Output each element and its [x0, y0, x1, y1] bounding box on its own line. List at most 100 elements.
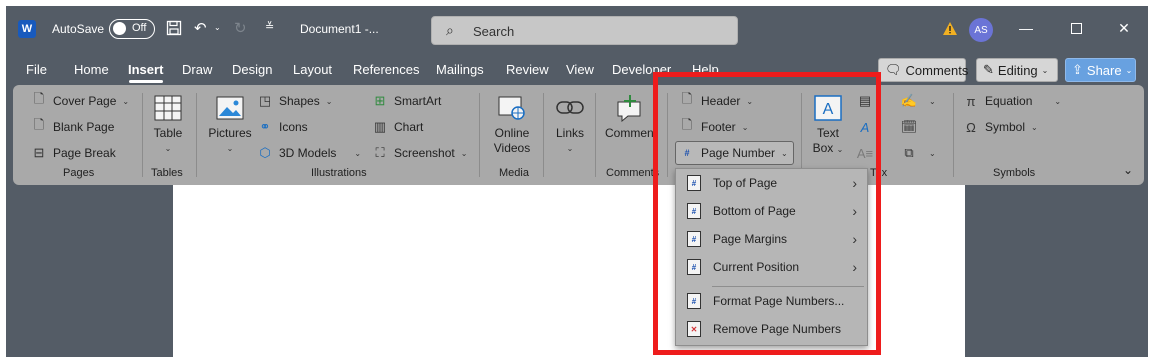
table-label: Table — [153, 126, 183, 140]
shapes-icon: ◳ — [258, 93, 272, 108]
blank-page-icon: 🗋 — [33, 117, 45, 132]
search-box[interactable]: ⌕ Search — [431, 16, 738, 45]
chevron-down-icon: ⌄ — [566, 144, 574, 153]
collapse-ribbon-icon[interactable]: ⌄ — [1123, 163, 1133, 177]
group-label-comments: Comments — [606, 167, 660, 179]
chevron-down-icon: ⌄ — [1031, 122, 1038, 132]
group-separator — [953, 93, 954, 177]
chevron-down-icon: ⌄ — [122, 96, 130, 106]
autosave-toggle[interactable]: Off — [109, 19, 155, 39]
chevron-down-icon: ⌄ — [1041, 65, 1049, 75]
undo-chevron-icon[interactable]: ⌄ — [214, 23, 221, 32]
calendar-icon: 🗓 — [900, 119, 918, 134]
group-separator — [142, 93, 143, 177]
object-button[interactable]: ⧉ ⌄ — [901, 145, 935, 161]
share-label: Share — [1086, 62, 1122, 78]
chevron-down-icon: ⌄ — [354, 148, 362, 158]
3d-models-label: 3D Models — [279, 146, 337, 160]
chevron-down-icon: ⌄ — [929, 96, 936, 106]
chevron-down-icon: ⌄ — [325, 96, 333, 106]
title-bar: W AutoSave Off ↶ ⌄ ↻ ≚ Document1 -... ⌕ … — [6, 6, 1148, 52]
chevron-down-icon: ⌄ — [226, 144, 234, 153]
tab-view[interactable]: View — [566, 62, 594, 77]
object-icon: ⧉ — [904, 145, 914, 160]
date-time-button[interactable]: 🗓 — [900, 119, 918, 135]
search-placeholder: Search — [473, 24, 515, 39]
tab-layout[interactable]: Layout — [293, 62, 332, 77]
equation-label: Equation — [985, 94, 1033, 108]
pencil-icon: ✎ — [983, 62, 994, 77]
editing-button[interactable]: ✎ Editing ⌄ — [976, 58, 1058, 82]
pictures-button[interactable]: Pictures ⌄ — [205, 93, 255, 156]
group-label-illustrations: Illustrations — [311, 167, 367, 179]
new-comment-button[interactable]: Comment — [603, 93, 659, 141]
table-icon — [153, 93, 183, 123]
word-app-icon: W — [18, 20, 36, 38]
screenshot-button[interactable]: ⛶ Screenshot ⌄ — [372, 145, 467, 161]
maximize-icon[interactable] — [1066, 18, 1086, 38]
search-icon: ⌕ — [446, 22, 454, 38]
highlight-box — [653, 72, 881, 355]
tab-references[interactable]: References — [353, 62, 419, 77]
user-avatar[interactable]: AS — [969, 18, 993, 42]
undo-icon[interactable]: ↶ — [194, 19, 207, 37]
chart-icon: ▥ — [373, 119, 387, 134]
icons-button[interactable]: ⚭ Icons — [257, 119, 308, 135]
group-label-symbols: Symbols — [993, 167, 1036, 179]
shapes-label: Shapes — [279, 94, 320, 108]
save-icon[interactable] — [166, 20, 182, 36]
group-label-tables: Tables — [151, 167, 183, 179]
toggle-knob — [113, 22, 126, 35]
share-button[interactable]: ⇪ Share ⌄ — [1065, 58, 1136, 82]
links-button[interactable]: Links ⌄ — [551, 93, 589, 156]
smartart-button[interactable]: ⊞ SmartArt — [372, 93, 442, 109]
page-break-button[interactable]: ⊟ Page Break — [31, 145, 116, 161]
omega-icon: Ω — [966, 119, 976, 135]
group-separator — [196, 93, 197, 177]
chevron-down-icon: ⌄ — [1054, 96, 1062, 106]
3d-models-button[interactable]: ⬡ 3D Models ⌄ — [257, 145, 361, 161]
online-video-icon — [497, 93, 527, 123]
online-videos-button[interactable]: Online Videos — [487, 93, 537, 156]
signature-icon: ✍ — [900, 93, 918, 108]
comments-button[interactable]: 🗨 Comments — [878, 58, 968, 82]
smartart-label: SmartArt — [394, 94, 442, 108]
chevron-down-icon: ⌄ — [1125, 65, 1133, 75]
new-comment-icon — [616, 93, 646, 123]
tab-review[interactable]: Review — [506, 62, 549, 77]
document-name[interactable]: Document1 -... — [300, 22, 379, 36]
tab-draw[interactable]: Draw — [182, 62, 212, 77]
tab-file[interactable]: File — [26, 62, 47, 77]
shapes-button[interactable]: ◳ Shapes ⌄ — [257, 93, 333, 109]
cube-icon: ⬡ — [259, 145, 271, 160]
tab-insert[interactable]: Insert — [128, 62, 163, 77]
close-icon[interactable]: ✕ — [1114, 18, 1134, 38]
chart-button[interactable]: ▥ Chart — [372, 119, 424, 135]
screenshot-icon: ⛶ — [375, 145, 385, 160]
chevron-down-icon: ⌄ — [460, 148, 468, 158]
table-button[interactable]: Table ⌄ — [150, 93, 186, 156]
customize-qat-icon[interactable]: ≚ — [265, 20, 274, 33]
group-separator — [479, 93, 480, 177]
icons-label: Icons — [279, 120, 308, 134]
tab-mailings[interactable]: Mailings — [436, 62, 484, 77]
chevron-down-icon: ⌄ — [164, 144, 172, 153]
smartart-icon: ⊞ — [374, 93, 386, 108]
page-break-icon: ⊟ — [33, 145, 45, 160]
warning-icon[interactable] — [942, 20, 958, 36]
tab-design[interactable]: Design — [232, 62, 272, 77]
link-icon — [555, 93, 585, 123]
cover-page-button[interactable]: 🗋 Cover Page ⌄ — [31, 91, 130, 109]
online-videos-label-line1: Online — [494, 126, 530, 140]
signature-line-button[interactable]: ✍ ⌄ — [901, 93, 936, 109]
page-break-label: Page Break — [53, 146, 116, 160]
minimize-icon[interactable]: — — [1016, 18, 1036, 38]
blank-page-button[interactable]: 🗋 Blank Page — [31, 117, 115, 135]
ribbon: 🗋 Cover Page ⌄ 🗋 Blank Page ⊟ Page Break… — [13, 85, 1144, 185]
pictures-label: Pictures — [208, 126, 252, 140]
symbol-button[interactable]: Ω Symbol ⌄ — [963, 119, 1038, 135]
comment-label: Comment — [604, 126, 657, 140]
tab-home[interactable]: Home — [74, 62, 109, 77]
cover-page-label: Cover Page — [53, 94, 117, 108]
equation-button[interactable]: π Equation ⌄ — [963, 93, 1062, 109]
